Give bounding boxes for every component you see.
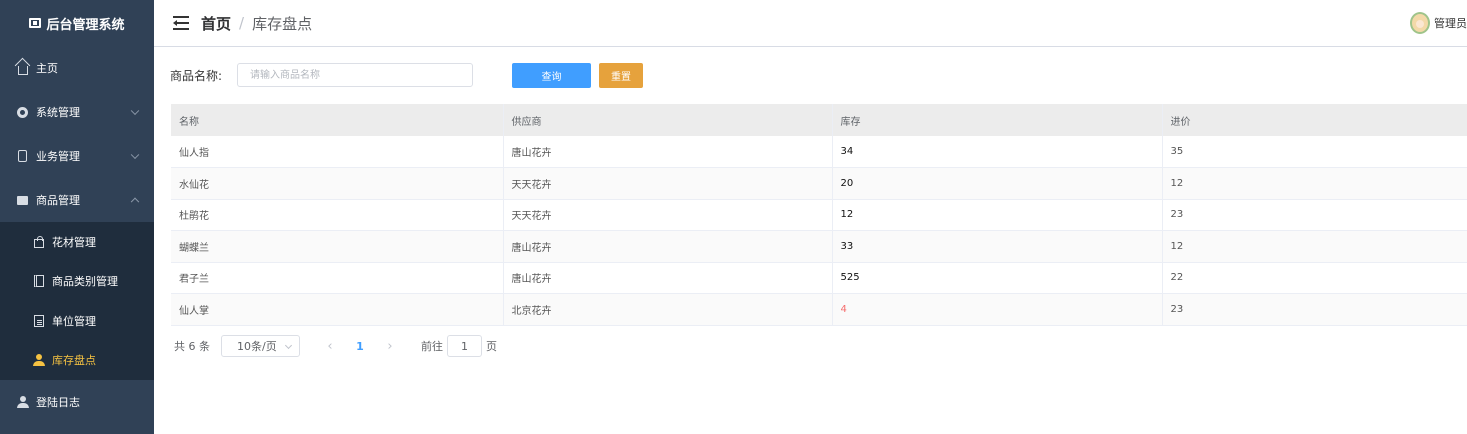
- cell-stock-low: 4: [831, 293, 1162, 326]
- search-label: 商品名称:: [170, 69, 223, 83]
- table-row: 蝴蝶兰 唐山花卉 33 12: [171, 230, 1467, 263]
- cell-price: 12: [1161, 167, 1467, 200]
- reset-button[interactable]: 重置: [599, 63, 643, 88]
- avatar[interactable]: [1410, 12, 1430, 34]
- sidebar-subitem-label: 单位管理: [52, 314, 96, 328]
- sidebar-item-label: 登陆日志: [36, 396, 80, 409]
- cell-supplier: 唐山花卉: [502, 230, 832, 263]
- doc-icon: [32, 314, 45, 327]
- app-title: 后台管理系统: [46, 17, 125, 33]
- cell-name: 仙人掌: [171, 293, 503, 326]
- sidebar-subitem-units[interactable]: 单位管理: [0, 301, 154, 341]
- sidebar-subitem-label: 花材管理: [52, 235, 96, 249]
- breadcrumb-separator: /: [239, 14, 245, 32]
- next-page-button[interactable]: ›: [375, 339, 405, 354]
- column-header-supplier: 供应商: [502, 104, 832, 136]
- home-icon: [16, 62, 29, 75]
- table-row: 君子兰 唐山花卉 525 22: [171, 262, 1467, 294]
- cell-supplier: 天天花卉: [502, 199, 832, 231]
- cell-price: 35: [1161, 136, 1467, 168]
- cell-supplier: 唐山花卉: [502, 262, 832, 294]
- sidebar-subitem-flowers[interactable]: 花材管理: [0, 222, 154, 262]
- sidebar-item-home[interactable]: 主页: [0, 46, 154, 90]
- user-icon: [32, 354, 45, 367]
- cell-name: 君子兰: [171, 262, 503, 294]
- prev-page-button[interactable]: ‹: [315, 339, 345, 354]
- pagination-total: 共 6 条: [174, 340, 210, 353]
- cell-name: 蝴蝶兰: [171, 230, 503, 263]
- sidebar-item-label: 主页: [36, 62, 58, 75]
- sidebar-item-login-log[interactable]: 登陆日志: [0, 380, 154, 424]
- bag-icon: [32, 235, 45, 248]
- app-logo: 后台管理系统: [0, 0, 154, 46]
- table-row: 仙人指 唐山花卉 34 35: [171, 136, 1467, 168]
- user-name[interactable]: 管理员: [1434, 15, 1467, 31]
- gear-icon: [16, 106, 29, 119]
- chevron-up-icon: [130, 197, 140, 207]
- cell-name: 水仙花: [171, 167, 503, 200]
- table-header-row: 名称 供应商 库存 进价: [171, 104, 1467, 136]
- breadcrumb-current: 库存盘点: [252, 14, 313, 33]
- chevron-down-icon: [130, 150, 140, 160]
- inventory-table: 名称 供应商 库存 进价 仙人指 唐山花卉 34 35 水仙花 天天花卉 20 …: [171, 104, 1467, 326]
- sidebar-item-label: 商品管理: [36, 194, 80, 207]
- sidebar-subitem-inventory[interactable]: 库存盘点: [0, 340, 154, 380]
- cell-name: 杜鹃花: [171, 199, 503, 231]
- column-header-price: 进价: [1161, 104, 1467, 136]
- table-row: 杜鹃花 天天花卉 12 23: [171, 199, 1467, 231]
- product-name-input[interactable]: [237, 63, 473, 87]
- cell-stock: 525: [831, 262, 1162, 294]
- cell-price: 22: [1161, 262, 1467, 294]
- cell-stock: 12: [831, 199, 1162, 231]
- sidebar-item-goods[interactable]: 商品管理: [0, 178, 154, 222]
- page-size-select[interactable]: 10条/页: [221, 335, 300, 357]
- cell-price: 23: [1161, 293, 1467, 326]
- query-button[interactable]: 查询: [512, 63, 591, 88]
- page-unit-label: 页: [486, 340, 497, 353]
- table-row: 水仙花 天天花卉 20 12: [171, 167, 1467, 200]
- box-icon: [16, 194, 29, 207]
- cell-stock: 20: [831, 167, 1162, 200]
- column-header-stock: 库存: [831, 104, 1162, 136]
- book-icon: [32, 275, 45, 288]
- cell-supplier: 天天花卉: [502, 167, 832, 200]
- cell-name: 仙人指: [171, 136, 503, 168]
- cell-stock: 33: [831, 230, 1162, 263]
- pagination: 共 6 条 10条/页 ‹ 1 › 前往 页: [174, 335, 497, 357]
- chevron-down-icon: [130, 106, 140, 116]
- sidebar-item-system[interactable]: 系统管理: [0, 90, 154, 134]
- goto-label: 前往: [421, 340, 443, 353]
- cell-price: 23: [1161, 199, 1467, 231]
- user-icon: [16, 396, 29, 409]
- user-menu[interactable]: 管理员: [1410, 12, 1467, 34]
- column-header-name: 名称: [171, 104, 503, 136]
- page-number-button[interactable]: 1: [345, 340, 375, 353]
- cell-price: 12: [1161, 230, 1467, 263]
- sidebar-item-label: 系统管理: [36, 106, 80, 119]
- breadcrumb: 首页 / 库存盘点: [201, 13, 312, 34]
- sidebar-subitem-label: 库存盘点: [52, 354, 96, 368]
- top-header: 首页 / 库存盘点 管理员: [154, 0, 1467, 47]
- goto-page-input[interactable]: [447, 335, 482, 357]
- cell-supplier: 唐山花卉: [502, 136, 832, 168]
- monitor-icon: [29, 18, 42, 28]
- table-row: 仙人掌 北京花卉 4 23: [171, 293, 1467, 326]
- phone-icon: [16, 150, 29, 163]
- cell-supplier: 北京花卉: [502, 293, 832, 326]
- sidebar-subitem-label: 商品类别管理: [52, 275, 118, 289]
- menu-toggle-icon[interactable]: [173, 16, 189, 30]
- sidebar: 后台管理系统 主页 系统管理 业务管理 商品管理 花材管理 商品类别管理 单位管…: [0, 0, 154, 434]
- sidebar-subitem-categories[interactable]: 商品类别管理: [0, 261, 154, 301]
- cell-stock: 34: [831, 136, 1162, 168]
- breadcrumb-home[interactable]: 首页: [201, 13, 231, 34]
- sidebar-item-business[interactable]: 业务管理: [0, 134, 154, 178]
- sidebar-item-label: 业务管理: [36, 150, 80, 163]
